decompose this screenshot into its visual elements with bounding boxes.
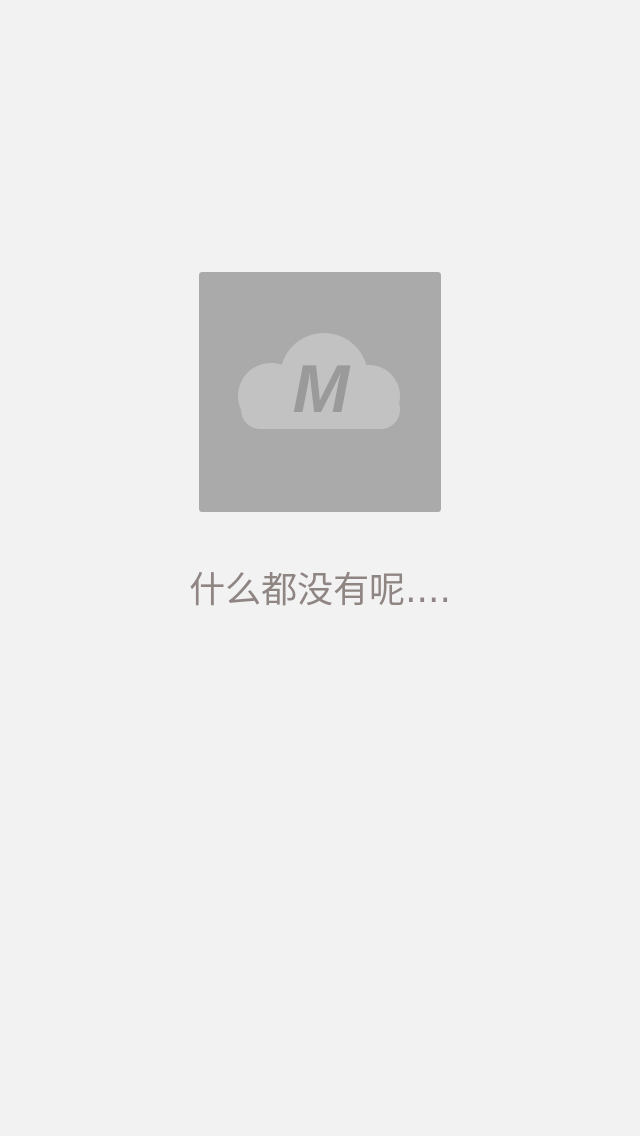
placeholder-image: M: [199, 272, 441, 512]
cloud-letter: M: [293, 351, 351, 427]
empty-message: 什么都没有呢....: [189, 570, 451, 611]
empty-state-screen: M 什么都没有呢....: [0, 0, 640, 1136]
cloud-m-icon: M: [238, 333, 400, 429]
